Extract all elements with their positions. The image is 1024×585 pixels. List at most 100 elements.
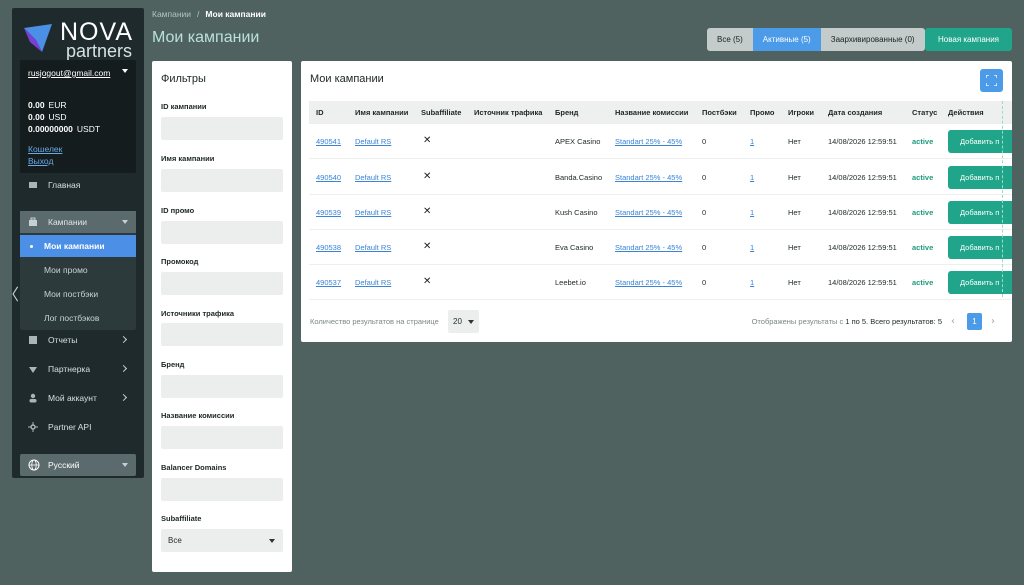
row-name-link[interactable]: Default RS: [355, 137, 391, 146]
logo[interactable]: NOVA partners: [20, 14, 140, 62]
row-commission-link[interactable]: Standart 25% - 45%: [615, 243, 682, 252]
row-commission-link[interactable]: Standart 25% - 45%: [615, 278, 682, 287]
page-title: Мои кампании: [152, 29, 260, 46]
pagination-prev-icon[interactable]: ‹: [951, 316, 955, 327]
row-status-badge: active: [912, 243, 934, 252]
nav-partner-api[interactable]: Partner API: [20, 416, 136, 438]
close-icon: ✕: [423, 135, 432, 146]
home-icon: [29, 182, 37, 188]
logout-link[interactable]: Выход: [28, 156, 53, 166]
col-postbacks[interactable]: Постбэки: [702, 108, 737, 117]
row-commission-link[interactable]: Standart 25% - 45%: [615, 208, 682, 217]
filter-label-subaffiliate: Subaffiliate: [161, 514, 202, 523]
row-name-link[interactable]: Default RS: [355, 278, 391, 287]
col-id[interactable]: ID: [316, 108, 324, 117]
api-icon: [28, 422, 38, 432]
filter-campaign-id-input[interactable]: [161, 117, 283, 140]
row-postbacks: 0: [702, 208, 707, 217]
row-id-link[interactable]: 490540: [316, 173, 341, 182]
close-icon: ✕: [423, 241, 432, 252]
col-subaffiliate[interactable]: Subaffiliate: [421, 108, 461, 117]
close-icon: ✕: [423, 206, 432, 217]
row-promo-link[interactable]: 1: [750, 243, 754, 252]
wallet-link[interactable]: Кошелек: [28, 144, 62, 154]
fullscreen-button[interactable]: [980, 69, 1003, 92]
nav-reports-label: Отчеты: [48, 335, 78, 345]
filter-brand-input[interactable]: [161, 375, 283, 398]
filter-campaign-name-input[interactable]: [161, 169, 283, 192]
row-postbacks: 0: [702, 137, 707, 146]
filter-label-promo-id: ID промо: [161, 206, 195, 215]
tab-all[interactable]: Все (5): [707, 28, 753, 51]
row-promo-link[interactable]: 1: [750, 173, 754, 182]
language-select[interactable]: Русский: [20, 454, 136, 476]
col-status[interactable]: Статус: [912, 108, 937, 117]
table-row: 490540 Default RS ✕ Banda.Casino Standar…: [309, 160, 1012, 195]
row-name-link[interactable]: Default RS: [355, 208, 391, 217]
filter-subaffiliate-value: Все: [168, 536, 182, 545]
nav-sub-my-promo[interactable]: Мои промо: [20, 259, 136, 281]
filter-traffic-sources-input[interactable]: [161, 323, 283, 346]
filter-subaffiliate-select[interactable]: Все: [161, 529, 283, 552]
breadcrumb-current: Мои кампании: [205, 9, 266, 19]
row-players: Нет: [788, 278, 801, 287]
nav-partnership[interactable]: Партнерка: [20, 358, 136, 380]
pagination-next-icon[interactable]: ›: [991, 316, 995, 327]
breadcrumb-parent[interactable]: Кампании: [152, 9, 191, 19]
nav-campaigns-label: Кампании: [48, 217, 88, 227]
row-id-link[interactable]: 490538: [316, 243, 341, 252]
row-id-link[interactable]: 490537: [316, 278, 341, 287]
nav-my-account-label: Мой аккаунт: [48, 393, 97, 403]
tab-active[interactable]: Активные (5): [752, 28, 821, 51]
row-brand: Eva Casino: [555, 243, 594, 252]
filter-commission-name-input[interactable]: [161, 426, 283, 449]
nav-partner-api-label: Partner API: [48, 422, 92, 432]
account-email[interactable]: rusjogout@gmail.com: [28, 68, 128, 78]
col-campaign-name[interactable]: Имя кампании: [355, 108, 408, 117]
chevron-down-icon: [468, 320, 474, 324]
nav-sub-my-postbacks[interactable]: Мои постбэки: [20, 283, 136, 305]
filter-label-campaign-id: ID кампании: [161, 102, 207, 111]
row-commission-link[interactable]: Standart 25% - 45%: [615, 137, 682, 146]
col-commission[interactable]: Название комиссии: [615, 108, 688, 117]
row-promo-link[interactable]: 1: [750, 208, 754, 217]
row-id-link[interactable]: 490539: [316, 208, 341, 217]
per-page-label: Количество результатов на странице: [310, 317, 439, 326]
diamond-icon: [29, 367, 37, 373]
pagination-page-1[interactable]: 1: [967, 313, 982, 330]
chevron-down-icon: [122, 220, 128, 224]
sidebar-collapse-icon[interactable]: 〈: [3, 281, 19, 305]
row-name-link[interactable]: Default RS: [355, 173, 391, 182]
row-name-link[interactable]: Default RS: [355, 243, 391, 252]
col-brand[interactable]: Бренд: [555, 108, 578, 117]
nav-my-account[interactable]: Мой аккаунт: [20, 387, 136, 409]
nav-sub-postback-log[interactable]: Лог постбэков: [20, 307, 136, 329]
col-promo[interactable]: Промо: [750, 108, 775, 117]
per-page-select[interactable]: 20: [448, 310, 479, 333]
row-commission-link[interactable]: Standart 25% - 45%: [615, 173, 682, 182]
row-postbacks: 0: [702, 278, 707, 287]
nav-sub-my-campaigns[interactable]: Мои кампании: [20, 235, 136, 257]
filter-balancer-domains-input[interactable]: [161, 478, 283, 501]
user-icon: [29, 393, 37, 403]
row-promo-link[interactable]: 1: [750, 137, 754, 146]
row-id-link[interactable]: 490541: [316, 137, 341, 146]
table-row: 490539 Default RS ✕ Kush Casino Standart…: [309, 195, 1012, 230]
nav-campaigns[interactable]: Кампании: [20, 211, 136, 233]
row-promo-link[interactable]: 1: [750, 278, 754, 287]
account-dropdown-icon[interactable]: [122, 69, 128, 73]
new-campaign-button[interactable]: Новая кампания: [925, 28, 1012, 51]
nav-home[interactable]: Главная: [20, 174, 136, 196]
table-row: 490538 Default RS ✕ Eva Casino Standart …: [309, 230, 1012, 265]
filter-label-campaign-name: Имя кампании: [161, 154, 215, 163]
balance-usd: 0.00 USD: [28, 112, 67, 122]
filter-promocode-input[interactable]: [161, 272, 283, 295]
tab-archived[interactable]: Заархивированные (0): [820, 28, 925, 51]
col-created[interactable]: Дата создания: [828, 108, 882, 117]
col-traffic-source[interactable]: Источник трафика: [474, 108, 542, 117]
row-created: 14/08/2026 12:59:51: [828, 173, 897, 182]
nav-reports[interactable]: Отчеты: [20, 329, 136, 351]
nav-group-campaigns: Кампании Мои кампании Мои промо Мои пост…: [20, 211, 136, 330]
filter-promo-id-input[interactable]: [161, 221, 283, 244]
col-players[interactable]: Игроки: [788, 108, 814, 117]
